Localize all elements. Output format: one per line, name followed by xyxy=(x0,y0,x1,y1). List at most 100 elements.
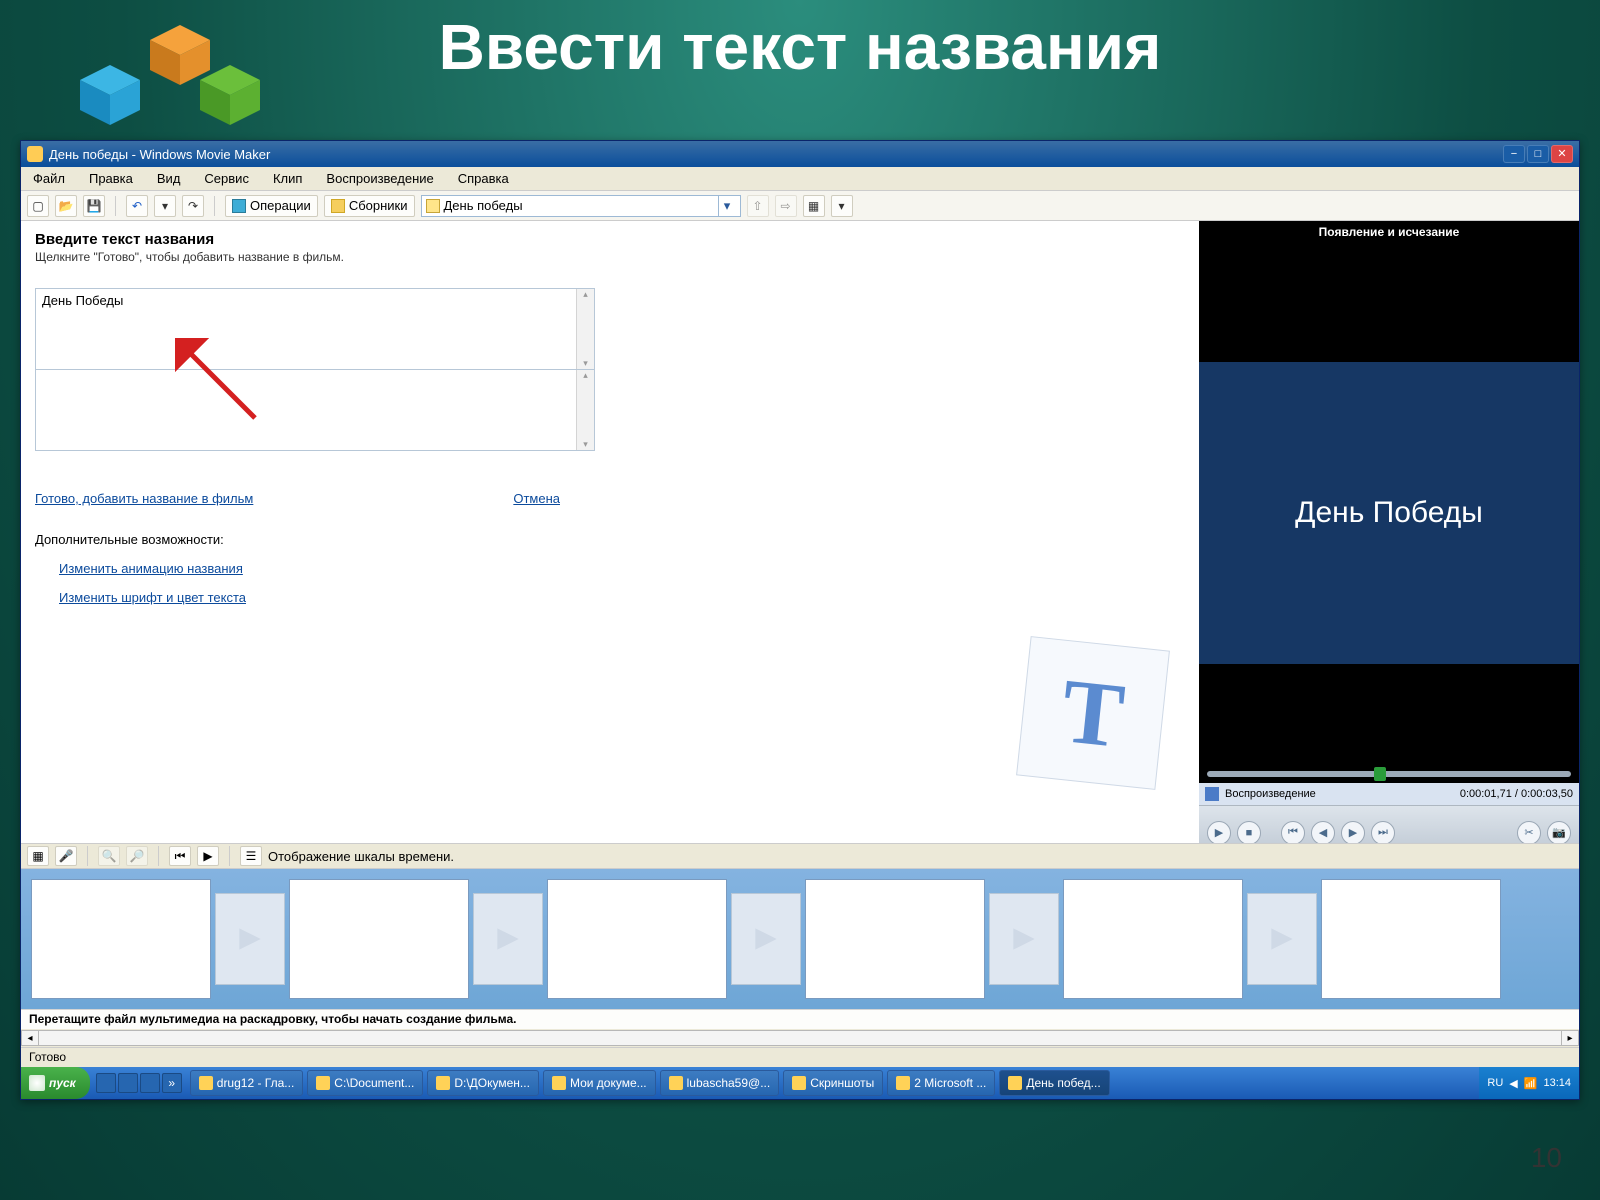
done-link[interactable]: Готово, добавить название в фильм xyxy=(35,491,253,506)
quicklaunch: » xyxy=(96,1073,182,1093)
operations-button[interactable]: Операции xyxy=(225,195,318,217)
menu-clip[interactable]: Клип xyxy=(267,169,308,188)
clip-slot[interactable] xyxy=(1321,879,1501,999)
step-fwd-button[interactable]: ▶ xyxy=(1341,821,1365,845)
transition-slot[interactable] xyxy=(989,893,1059,985)
transition-slot[interactable] xyxy=(473,893,543,985)
slide-title: Ввести текст названия xyxy=(0,10,1600,84)
scroll-track[interactable] xyxy=(39,1030,1561,1046)
minimize-button[interactable]: − xyxy=(1503,145,1525,163)
taskbar-clock: 13:14 xyxy=(1543,1077,1571,1089)
taskbar-item[interactable]: lubascha59@... xyxy=(660,1070,780,1096)
zoom-in-button[interactable]: 🔍 xyxy=(98,846,120,866)
menu-view[interactable]: Вид xyxy=(151,169,187,188)
redo-button[interactable]: ↷ xyxy=(182,195,204,217)
transition-slot[interactable] xyxy=(1247,893,1317,985)
undo-dropdown[interactable]: ▾ xyxy=(154,195,176,217)
nav-up-button[interactable]: ⇧ xyxy=(747,195,769,217)
clip-slot[interactable] xyxy=(289,879,469,999)
taskbar-item-active[interactable]: День побед... xyxy=(999,1070,1109,1096)
menu-tools[interactable]: Сервис xyxy=(198,169,255,188)
preview-header: Появление и исчезание xyxy=(1199,221,1579,243)
clip-slot[interactable] xyxy=(805,879,985,999)
red-arrow-annotation xyxy=(175,338,275,428)
menu-play[interactable]: Воспроизведение xyxy=(320,169,439,188)
play-timeline-button[interactable]: ▶ xyxy=(197,846,219,866)
menu-file[interactable]: Файл xyxy=(27,169,71,188)
split-button[interactable]: ✂ xyxy=(1517,821,1541,845)
maximize-button[interactable]: □ xyxy=(1527,145,1549,163)
taskbar-item[interactable]: D:\ДОкумен... xyxy=(427,1070,539,1096)
view-thumbs-button[interactable]: ▦ xyxy=(803,195,825,217)
ql-item[interactable] xyxy=(118,1073,138,1093)
textbox-scrollbar-2[interactable]: ▴▾ xyxy=(576,370,594,450)
taskbar-item[interactable]: C:\Document... xyxy=(307,1070,423,1096)
zoom-out-button[interactable]: 🔎 xyxy=(126,846,148,866)
folder-icon xyxy=(426,199,440,213)
taskbar-item[interactable]: drug12 - Гла... xyxy=(190,1070,304,1096)
scroll-left-button[interactable]: ◂ xyxy=(21,1030,39,1046)
preview-infobar: Воспроизведение 0:00:01,71 / 0:00:03,50 xyxy=(1199,783,1579,805)
change-font-link[interactable]: Изменить шрифт и цвет текста xyxy=(59,590,1185,605)
ql-item[interactable] xyxy=(96,1073,116,1093)
change-animation-link[interactable]: Изменить анимацию названия xyxy=(59,561,1185,576)
transition-slot[interactable] xyxy=(215,893,285,985)
prev-clip-button[interactable]: ⏮ xyxy=(1281,821,1305,845)
location-combobox[interactable]: День победы ▾ xyxy=(421,195,741,217)
start-button[interactable]: пуск xyxy=(21,1067,90,1099)
step-back-button[interactable]: ◀ xyxy=(1311,821,1335,845)
playback-label: Воспроизведение xyxy=(1225,788,1316,800)
lang-indicator[interactable]: RU xyxy=(1487,1077,1503,1089)
slide-page-number: 10 xyxy=(1531,1142,1562,1174)
clip-slot[interactable] xyxy=(31,879,211,999)
rewind-button[interactable]: ⏮ xyxy=(169,846,191,866)
close-button[interactable]: ✕ xyxy=(1551,145,1573,163)
new-button[interactable]: ▢ xyxy=(27,195,49,217)
textbox-scrollbar[interactable]: ▴▾ xyxy=(576,289,594,369)
taskbar-item[interactable]: Скриншоты xyxy=(783,1070,883,1096)
open-button[interactable]: 📂 xyxy=(55,195,77,217)
menu-edit[interactable]: Правка xyxy=(83,169,139,188)
timeline-toolbar: ▦ 🎤 🔍 🔎 ⏮ ▶ ☰ Отображение шкалы времени. xyxy=(21,843,1579,869)
titlebar: День победы - Windows Movie Maker − □ ✕ xyxy=(21,141,1579,167)
tray-icon[interactable]: 📶 xyxy=(1524,1077,1538,1090)
clip-slot[interactable] xyxy=(1063,879,1243,999)
pane-heading: Введите текст названия xyxy=(35,231,1185,248)
title-textbox[interactable]: День Победы ▴▾ xyxy=(35,288,595,370)
stop-button[interactable]: ■ xyxy=(1237,821,1261,845)
tray-icon[interactable]: ◀ xyxy=(1509,1077,1517,1090)
cancel-link[interactable]: Отмена xyxy=(513,491,560,506)
collections-button[interactable]: Сборники xyxy=(324,195,415,217)
windows-taskbar: пуск » drug12 - Гла... C:\Document... D:… xyxy=(21,1067,1579,1099)
location-dropdown-icon[interactable]: ▾ xyxy=(718,196,736,216)
nav-fwd-button[interactable]: ⇨ xyxy=(775,195,797,217)
storyboard-hscroll[interactable]: ◂ ▸ xyxy=(21,1029,1579,1047)
undo-button[interactable]: ↶ xyxy=(126,195,148,217)
play-button[interactable]: ▶ xyxy=(1207,821,1231,845)
subtitle-textbox[interactable]: ▴▾ xyxy=(35,369,595,451)
window-title: День победы - Windows Movie Maker xyxy=(49,147,270,162)
save-button[interactable]: 💾 xyxy=(83,195,105,217)
location-value: День победы xyxy=(444,198,523,213)
preview-seekbar[interactable] xyxy=(1207,771,1571,777)
ql-chevron[interactable]: » xyxy=(162,1073,182,1093)
view-dropdown[interactable]: ▾ xyxy=(831,195,853,217)
seek-knob[interactable] xyxy=(1374,767,1386,781)
menu-help[interactable]: Справка xyxy=(452,169,515,188)
scroll-right-button[interactable]: ▸ xyxy=(1561,1030,1579,1046)
storyboard-hint: Перетащите файл мультимедиа на раскадров… xyxy=(21,1009,1579,1029)
clip-slot[interactable] xyxy=(547,879,727,999)
snapshot-button[interactable]: 📷 xyxy=(1547,821,1571,845)
transition-slot[interactable] xyxy=(731,893,801,985)
taskbar-item[interactable]: 2 Microsoft ... xyxy=(887,1070,995,1096)
start-label: пуск xyxy=(49,1076,76,1090)
storyboard[interactable] xyxy=(21,869,1579,1009)
toggle-timeline-button[interactable]: ☰ xyxy=(240,846,262,866)
operations-icon xyxy=(232,199,246,213)
ql-item[interactable] xyxy=(140,1073,160,1093)
taskbar-item[interactable]: Мои докуме... xyxy=(543,1070,656,1096)
narration-button[interactable]: 🎤 xyxy=(55,846,77,866)
drag-title-icon: T xyxy=(1016,636,1170,790)
storyboard-view-button[interactable]: ▦ xyxy=(27,846,49,866)
next-clip-button[interactable]: ⏭ xyxy=(1371,821,1395,845)
